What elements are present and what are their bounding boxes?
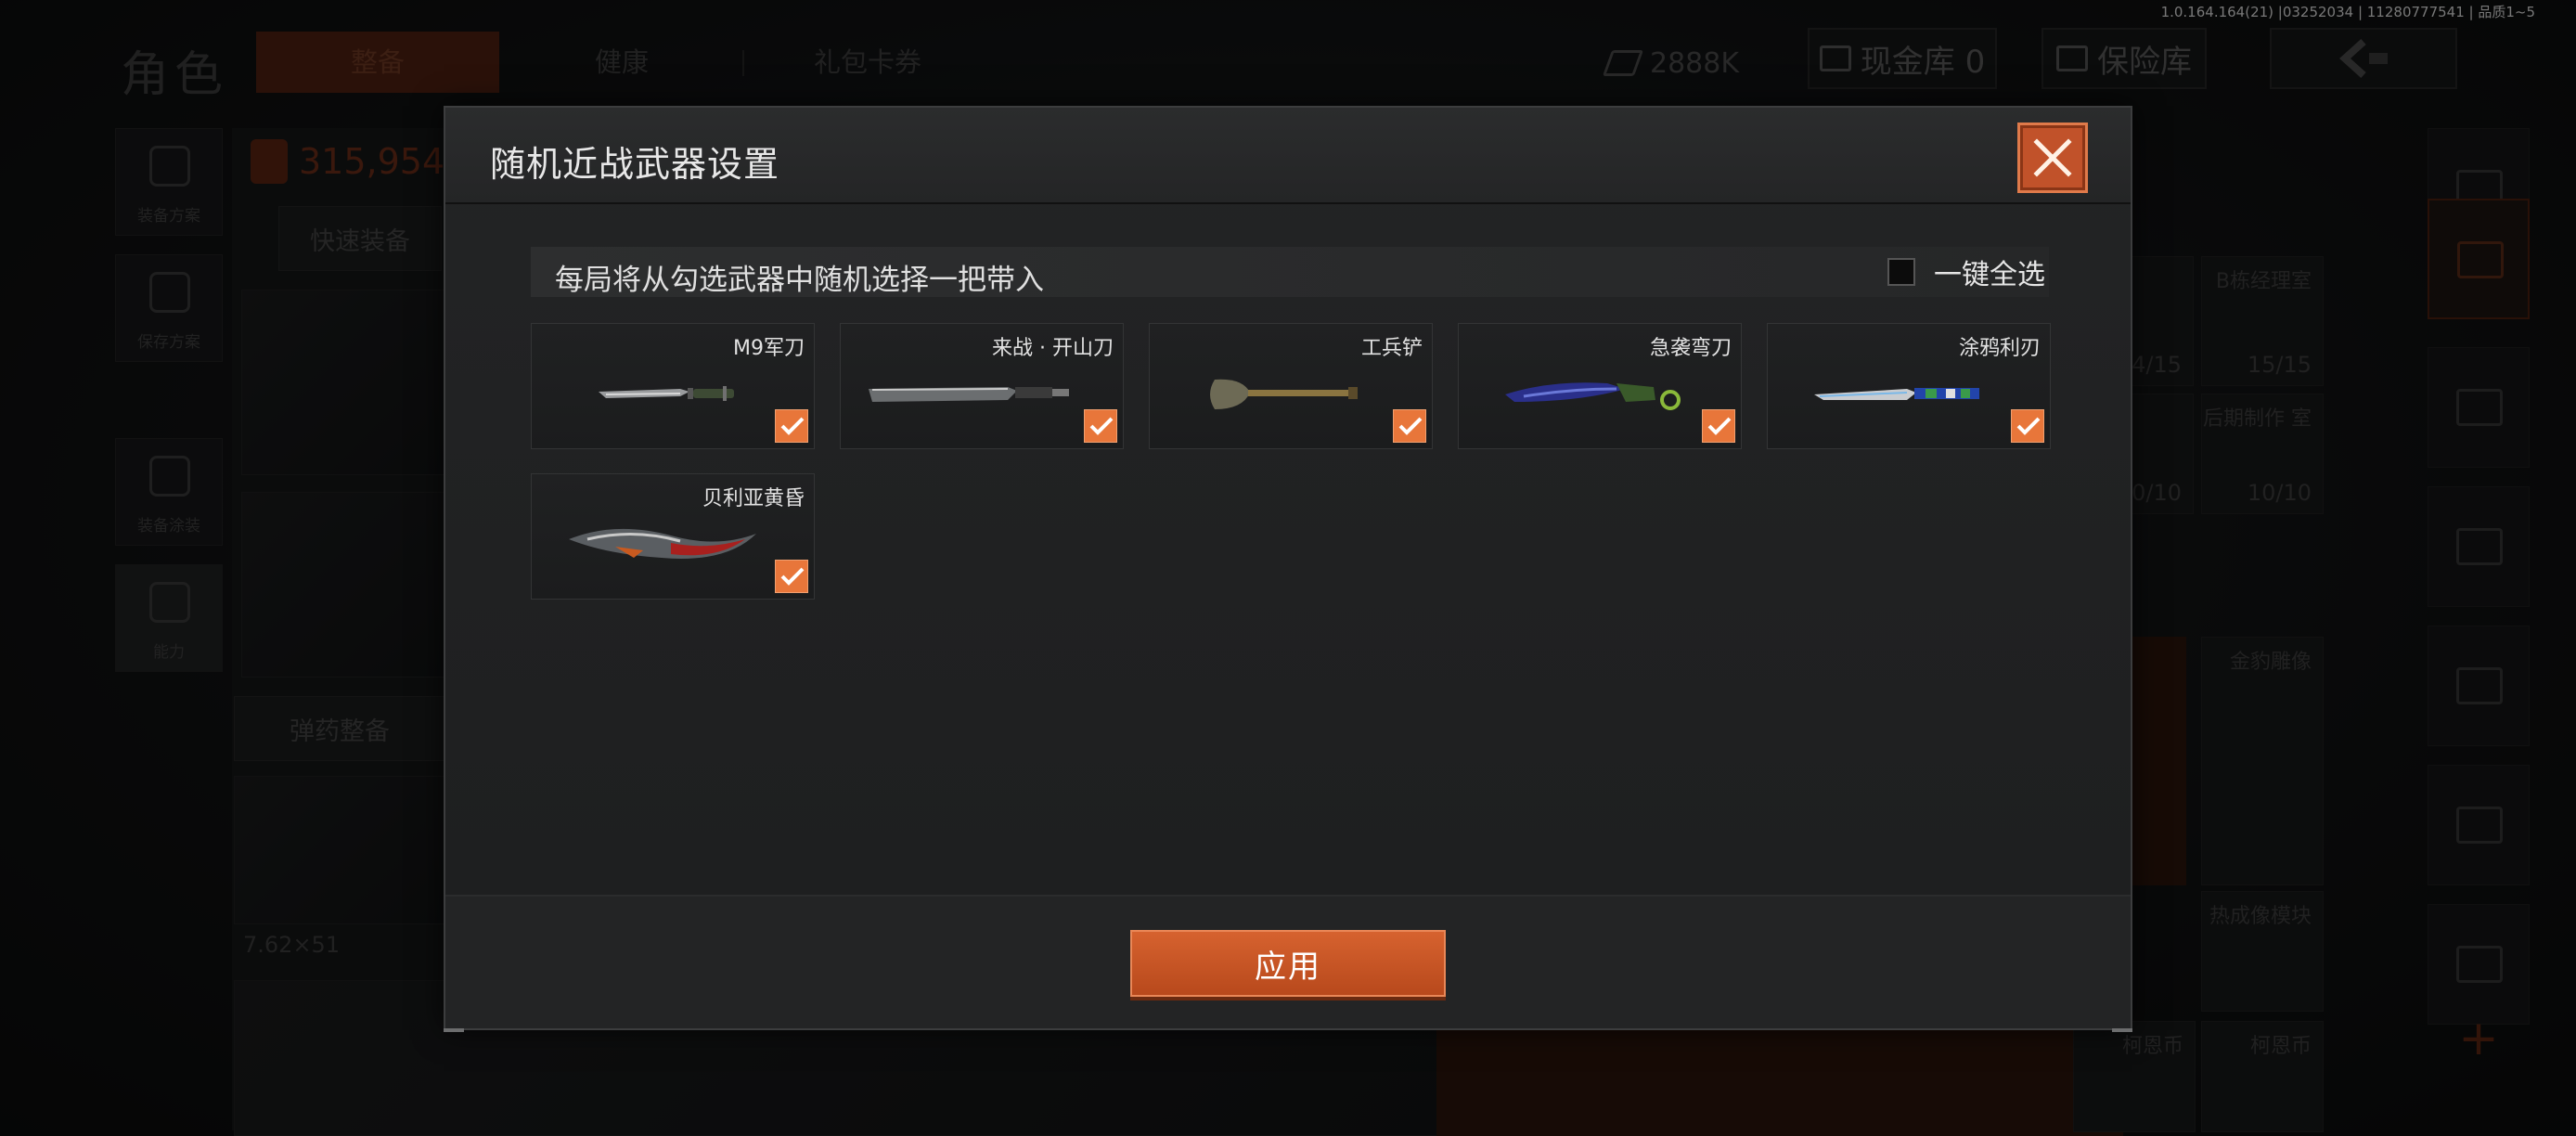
weapon-card-graffiti-blade[interactable]: 涂鸦利刃 [1767, 323, 2051, 449]
check-icon [780, 567, 805, 586]
random-melee-dialog: 随机近战武器设置 每局将从勾选武器中随机选择一把带入 一键全选 M9军刀 来战 … [444, 106, 2132, 1032]
weapon-name: 涂鸦利刃 [1958, 337, 2041, 360]
info-text: 每局将从勾选武器中随机选择一把带入 [555, 264, 1044, 297]
weapon-card-belial-dusk[interactable]: 贝利亚黄昏 [531, 473, 815, 600]
weapon-checkbox[interactable] [775, 560, 808, 593]
weapon-card-m9[interactable]: M9军刀 [531, 323, 815, 449]
dialog-header: 随机近战武器设置 [445, 108, 2131, 204]
close-button[interactable] [2017, 123, 2088, 193]
m9-bayonet-icon [599, 386, 734, 401]
select-all-checkbox[interactable] [1887, 258, 1915, 286]
weapon-name: 急袭弯刀 [1649, 337, 1732, 360]
check-icon [1398, 417, 1423, 435]
weapon-card-shovel[interactable]: 工兵铲 [1149, 323, 1433, 449]
check-icon [780, 417, 805, 435]
weapon-checkbox[interactable] [1084, 409, 1117, 443]
weapon-checkbox[interactable] [2011, 409, 2044, 443]
apply-button[interactable]: 应用 [1130, 930, 1446, 997]
check-icon [1707, 417, 1732, 435]
belial-dusk-icon [569, 528, 756, 559]
dialog-footer: 应用 [445, 895, 2131, 1028]
select-all-label: 一键全选 [1934, 259, 2045, 291]
karambit-icon [1505, 382, 1681, 410]
weapon-card-raid-karambit[interactable]: 急袭弯刀 [1458, 323, 1742, 449]
weapon-card-machete[interactable]: 来战 · 开山刀 [840, 323, 1124, 449]
check-icon [1089, 417, 1114, 435]
weapon-checkbox[interactable] [1702, 409, 1735, 443]
weapon-name: 来战 · 开山刀 [992, 337, 1114, 360]
shovel-icon [1210, 379, 1358, 409]
weapon-checkbox[interactable] [775, 409, 808, 443]
select-all-toggle[interactable]: 一键全选 [1887, 247, 2049, 297]
machete-icon [869, 387, 1069, 402]
weapon-name: 贝利亚黄昏 [702, 487, 805, 510]
check-icon [2016, 417, 2041, 435]
corner-accent [2112, 1028, 2132, 1032]
corner-accent [444, 1028, 464, 1032]
weapon-name: M9军刀 [733, 337, 805, 360]
dialog-title: 随机近战武器设置 [490, 144, 780, 185]
close-icon [2033, 138, 2072, 177]
weapon-checkbox[interactable] [1393, 409, 1426, 443]
info-bar: 每局将从勾选武器中随机选择一把带入 一键全选 [531, 247, 2049, 297]
weapon-name: 工兵铲 [1360, 337, 1423, 360]
graffiti-blade-icon [1814, 388, 1979, 400]
